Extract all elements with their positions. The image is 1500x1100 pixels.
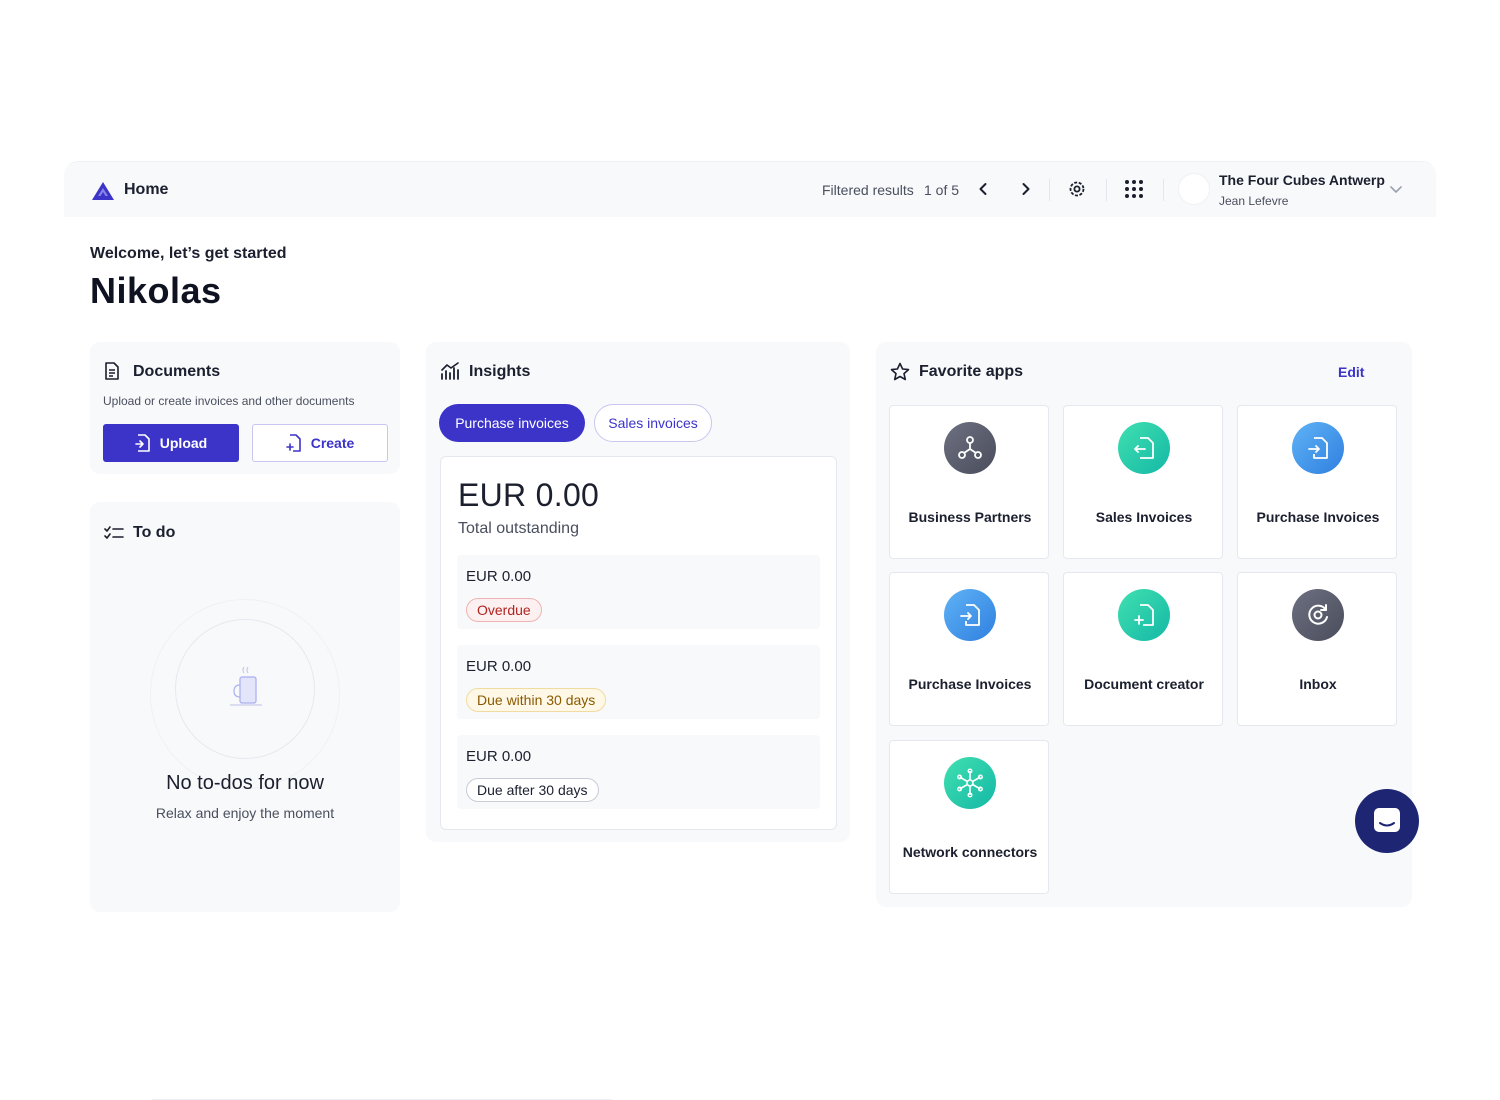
inbox-cycle-icon: [1292, 589, 1344, 641]
chevron-left-icon[interactable]: [972, 178, 994, 200]
avatar[interactable]: [1178, 173, 1210, 205]
insights-card: Insights Purchase invoices Sales invoice…: [426, 342, 850, 842]
insights-title: Insights: [469, 363, 531, 380]
app-tile-document-creator[interactable]: Document creator: [1063, 572, 1223, 726]
document-icon: [105, 362, 119, 380]
file-import-icon: [944, 589, 996, 641]
filtered-results-count: 1 of 5: [924, 182, 960, 198]
chevron-down-icon[interactable]: [1388, 181, 1404, 197]
due-after-30-bucket[interactable]: EUR 0.00 Due after 30 days: [457, 735, 820, 809]
user-heading: Nikolas: [90, 270, 222, 311]
documents-card: Documents Upload or create invoices and …: [90, 342, 400, 474]
favorite-apps-title: Favorite apps: [919, 363, 1024, 380]
file-plus-icon: [285, 434, 301, 452]
due-after-30-badge: Due after 30 days: [466, 778, 599, 802]
file-plus-icon: [1118, 589, 1170, 641]
filtered-results-label: Filtered results: [822, 182, 914, 198]
tab-purchase-invoices[interactable]: Purchase invoices: [439, 404, 585, 442]
star-icon: [890, 362, 910, 381]
overdue-badge: Overdue: [466, 598, 542, 622]
welcome-greeting: Welcome, let’s get started: [90, 245, 287, 262]
company-name[interactable]: The Four Cubes Antwerp: [1219, 172, 1385, 188]
due-within-30-badge: Due within 30 days: [466, 688, 607, 712]
outstanding-summary: EUR 0.00 Total outstanding EUR 0.00 Over…: [440, 456, 837, 830]
app-label: Network connectors: [902, 844, 1038, 860]
empty-state-subtitle: Relax and enjoy the moment: [155, 805, 335, 821]
total-outstanding-amount: EUR 0.00: [458, 477, 600, 513]
file-import-icon: [1292, 422, 1344, 474]
documents-subtitle: Upload or create invoices and other docu…: [103, 394, 355, 408]
due-within-30-bucket[interactable]: EUR 0.00 Due within 30 days: [457, 645, 820, 719]
checklist-icon: [104, 526, 124, 539]
create-label: Create: [310, 435, 355, 451]
app-tile-sales-invoices[interactable]: Sales Invoices: [1063, 405, 1223, 559]
empty-state-title: No to-dos for now: [166, 772, 324, 794]
file-export-icon: [1118, 422, 1170, 474]
chat-bubble-icon: [1374, 808, 1400, 832]
tab-sales-invoices[interactable]: Sales invoices: [594, 404, 712, 442]
coffee-mug-icon: [230, 666, 262, 706]
bucket-amount: EUR 0.00: [466, 748, 532, 765]
page-title: Home: [124, 181, 169, 198]
overdue-bucket[interactable]: EUR 0.00 Overdue: [457, 555, 820, 629]
todo-title: To do: [133, 524, 176, 541]
create-button[interactable]: Create: [252, 424, 388, 462]
top-bar: Home Filtered results 1 of 5 The Four Cu…: [64, 162, 1436, 217]
app-tile-purchase-invoices[interactable]: Purchase Invoices: [1237, 405, 1397, 559]
snowflake-network-icon: [944, 757, 996, 809]
favorite-apps-card: Favorite apps Edit Business Partners Sal…: [876, 342, 1412, 907]
upload-label: Upload: [159, 435, 208, 451]
divider: [1049, 179, 1050, 201]
bucket-amount: EUR 0.00: [466, 568, 532, 585]
app-label: Inbox: [1299, 676, 1337, 692]
divider: [1163, 179, 1164, 201]
brand-logo-icon[interactable]: [92, 182, 114, 200]
chevron-right-icon[interactable]: [1015, 178, 1037, 200]
app-tile-business-partners[interactable]: Business Partners: [889, 405, 1049, 559]
app-tile-purchase-invoices[interactable]: Purchase Invoices: [889, 572, 1049, 726]
grid-apps-icon[interactable]: [1123, 178, 1145, 200]
edit-favorites-link[interactable]: Edit: [1338, 364, 1364, 380]
bucket-amount: EUR 0.00: [466, 658, 532, 675]
user-name: Jean Lefevre: [1219, 194, 1289, 208]
documents-title: Documents: [133, 363, 221, 380]
app-label: Purchase Invoices: [1256, 509, 1380, 525]
file-upload-icon: [134, 434, 150, 452]
upload-button[interactable]: Upload: [103, 424, 239, 462]
app-label: Sales Invoices: [1095, 509, 1193, 525]
total-outstanding-label: Total outstanding: [458, 520, 579, 537]
gear-icon[interactable]: [1066, 178, 1088, 200]
app-frame: Home Filtered results 1 of 5 The Four Cu…: [64, 161, 1436, 1100]
app-tile-inbox[interactable]: Inbox: [1237, 572, 1397, 726]
chart-trend-icon: [441, 362, 459, 380]
app-label: Business Partners: [908, 509, 1032, 525]
app-label: Document creator: [1084, 676, 1204, 692]
network-node-icon: [944, 422, 996, 474]
divider: [1106, 179, 1107, 201]
app-tile-network-connectors[interactable]: Network connectors: [889, 740, 1049, 894]
chat-button[interactable]: [1355, 789, 1419, 853]
app-label: Purchase Invoices: [908, 676, 1032, 692]
todo-card: To do No to-dos for now Relax and enjoy …: [90, 502, 400, 912]
